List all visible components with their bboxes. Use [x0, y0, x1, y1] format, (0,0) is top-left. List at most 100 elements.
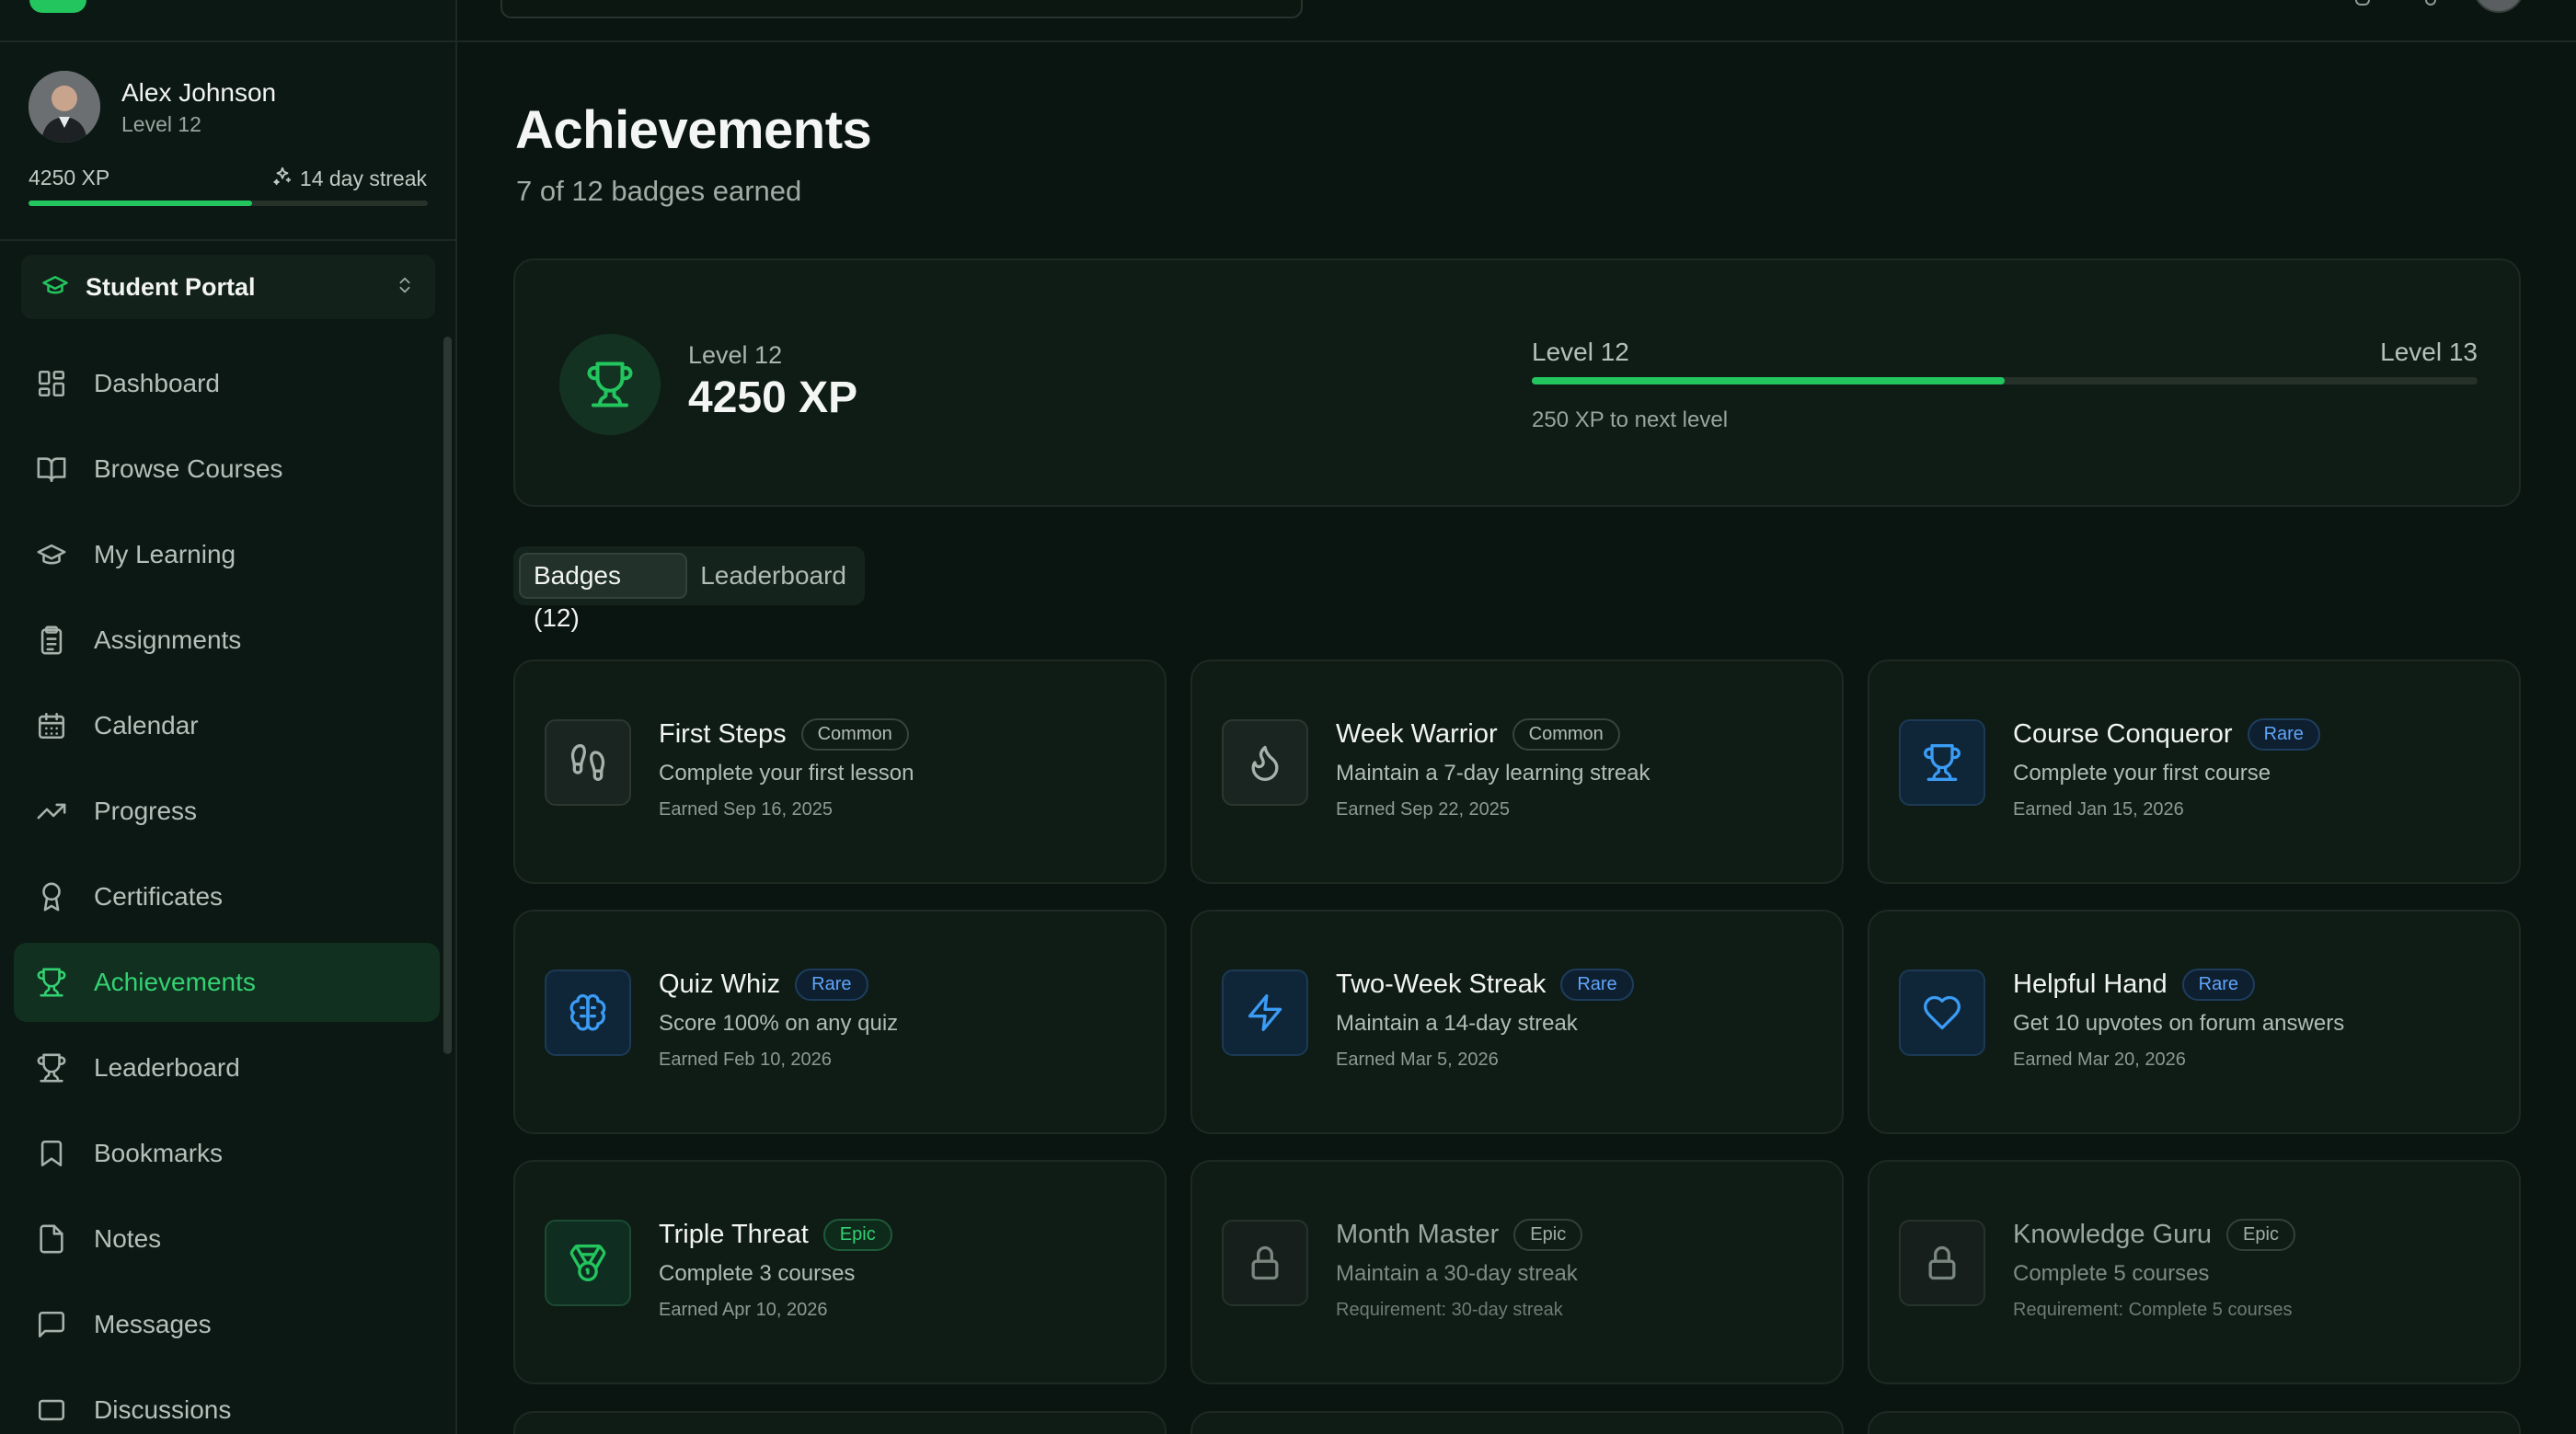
rarity-badge: Epic: [2226, 1219, 2295, 1251]
sparkles-icon: [272, 166, 293, 191]
profile-level: Level 12: [121, 112, 201, 136]
badge-description: Complete 3 courses: [659, 1261, 856, 1286]
badge-title: Triple Threat: [659, 1220, 809, 1249]
sidebar-item-label: Leaderboard: [94, 1053, 240, 1082]
sidebar-nav: Dashboard Browse Courses My Learning Assign…: [14, 344, 440, 1434]
sidebar-item-messages[interactable]: Messages: [14, 1285, 440, 1364]
badge-header: Triple Threat Epic: [659, 1219, 892, 1251]
badge-description: Maintain a 14-day streak: [1336, 1011, 1578, 1036]
user-menu-avatar[interactable]: [2473, 0, 2524, 13]
level-summary-card: Level 12 4250 XP Level 12 Level 13 250 X…: [513, 258, 2521, 507]
sidebar-item-label: Notes: [94, 1224, 162, 1253]
sidebar-item-notes[interactable]: Notes: [14, 1199, 440, 1279]
xp-total: 4250 XP: [29, 166, 110, 189]
badge-card[interactable]: Quiz Whiz Rare Score 100% on any quiz Earne…: [513, 910, 1167, 1134]
tab-leaderboard[interactable]: Leaderboard: [687, 553, 859, 599]
notification-icon[interactable]: [2355, 0, 2370, 6]
medal-icon: [545, 1220, 631, 1306]
current-level-label: Level 12: [688, 341, 783, 369]
badge-card[interactable]: Triple Threat Epic Complete 3 courses Earne…: [513, 1160, 1167, 1384]
badge-card[interactable]: Two-Week Streak Rare Maintain a 14-day str…: [1190, 910, 1844, 1134]
sidebar-item-leaderboard[interactable]: Leaderboard: [14, 1028, 440, 1107]
sidebar-item-calendar[interactable]: Calendar: [14, 686, 440, 765]
lock-icon: [1899, 1220, 1985, 1306]
settings-icon[interactable]: [2425, 0, 2436, 6]
sidebar-item-discussions[interactable]: Discussions: [14, 1371, 440, 1434]
badge-card[interactable]: First Steps Common Complete your first les…: [513, 660, 1167, 884]
badge-title: Month Master: [1336, 1220, 1500, 1249]
avatar[interactable]: [29, 71, 100, 143]
tab-badges[interactable]: Badges (12): [519, 553, 688, 632]
sidebar-item-label: Dashboard: [94, 369, 220, 397]
badge-header: Knowledge Guru Epic: [2013, 1219, 2295, 1251]
chevrons-up-down-icon: [395, 275, 415, 300]
sidebar-item-label: Certificates: [94, 882, 224, 911]
sidebar-item-assignments[interactable]: Assignments: [14, 601, 440, 680]
badge-earned-date: Requirement: 30-day streak: [1336, 1300, 1563, 1320]
badge-card[interactable]: Course Conqueror Rare Complete your first …: [1868, 660, 2521, 884]
rarity-badge: Rare: [1560, 969, 1634, 1001]
lightning-icon: [1222, 969, 1308, 1056]
badge-title: Course Conqueror: [2013, 719, 2233, 749]
achievement-tabs: Badges (12) Leaderboard: [513, 546, 865, 632]
sidebar: Alex Johnson Level 12 4250 XP 14 day str…: [0, 0, 457, 1434]
sidebar-item-browse-courses[interactable]: Browse Courses: [14, 430, 440, 509]
graduation-cap-icon: [41, 271, 69, 304]
badge-title: First Steps: [659, 719, 787, 749]
xp-to-next-level: 250 XP to next level: [1532, 407, 1729, 432]
sidebar-item-achievements[interactable]: Achievements: [14, 943, 440, 1022]
trending-up-icon: [35, 795, 68, 828]
sidebar-item-certificates[interactable]: Certificates: [14, 857, 440, 936]
badge-header: Quiz Whiz Rare: [659, 969, 868, 1001]
badge-description: Score 100% on any quiz: [659, 1011, 899, 1036]
bookmark-icon: [35, 1137, 68, 1170]
trophy-icon: [35, 1051, 68, 1084]
app-logo[interactable]: [29, 0, 86, 13]
file-icon: [35, 1222, 68, 1256]
badge-title: Quiz Whiz: [659, 969, 781, 999]
book-open-icon: [35, 453, 68, 486]
badge-earned-date: Earned Apr 10, 2026: [659, 1300, 828, 1320]
badge-header: Month Master Epic: [1336, 1219, 1583, 1251]
footprints-icon: [545, 719, 631, 806]
badge-earned-date: Earned Jan 15, 2026: [2013, 799, 2184, 820]
badge-card[interactable]: Knowledge Guru Epic Complete 5 courses Requ…: [1868, 1160, 2521, 1384]
level-progress-fill: [1532, 377, 2005, 384]
badge-earned-date: Earned Sep 16, 2025: [659, 799, 834, 820]
rarity-badge: Rare: [2247, 718, 2320, 751]
message-icon: [35, 1308, 68, 1341]
badge-card[interactable]: Month Master Epic Maintain a 30-day streak…: [1190, 1160, 1844, 1384]
heart-icon: [1899, 969, 1985, 1056]
badge-header: Week Warrior Common: [1336, 718, 1620, 751]
badge-header: Helpful Hand Rare: [2013, 969, 2256, 1001]
badge-card[interactable]: Week Warrior Common Maintain a 7-day learn…: [1190, 660, 1844, 884]
app-root: Alex Johnson Level 12 4250 XP 14 day str…: [0, 0, 2576, 1434]
sidebar-item-label: Messages: [94, 1310, 212, 1338]
sidebar-item-bookmarks[interactable]: Bookmarks: [14, 1114, 440, 1193]
badge-card: [1190, 1411, 1844, 1434]
badge-card: [1868, 1411, 2521, 1434]
clipboard-icon: [35, 624, 68, 657]
trophy-icon: [35, 966, 68, 999]
portal-label: Student Portal: [86, 272, 256, 301]
discussion-icon: [35, 1394, 68, 1427]
search-input[interactable]: [500, 0, 1303, 18]
sidebar-scrollbar[interactable]: [443, 337, 452, 1054]
sidebar-item-progress[interactable]: Progress: [14, 772, 440, 851]
badge-earned-date: Earned Sep 22, 2025: [1336, 799, 1511, 820]
sidebar-item-dashboard[interactable]: Dashboard: [14, 344, 440, 423]
award-icon: [35, 880, 68, 913]
portal-switcher[interactable]: Student Portal: [21, 255, 435, 319]
badge-description: Complete your first lesson: [659, 761, 914, 786]
badge-earned-date: Earned Mar 5, 2026: [1336, 1050, 1499, 1070]
badge-description: Maintain a 7-day learning streak: [1336, 761, 1650, 786]
sidebar-item-label: Achievements: [94, 968, 256, 996]
badge-header: Two-Week Streak Rare: [1336, 969, 1634, 1001]
sidebar-item-label: Browse Courses: [94, 454, 283, 483]
trophy-icon: [559, 334, 661, 435]
rarity-badge: Common: [1512, 718, 1620, 751]
sidebar-item-my-learning[interactable]: My Learning: [14, 515, 440, 594]
badge-description: Complete your first course: [2013, 761, 2271, 786]
streak-indicator: 14 day streak: [272, 166, 427, 191]
badge-card[interactable]: Helpful Hand Rare Get 10 upvotes on forum …: [1868, 910, 2521, 1134]
